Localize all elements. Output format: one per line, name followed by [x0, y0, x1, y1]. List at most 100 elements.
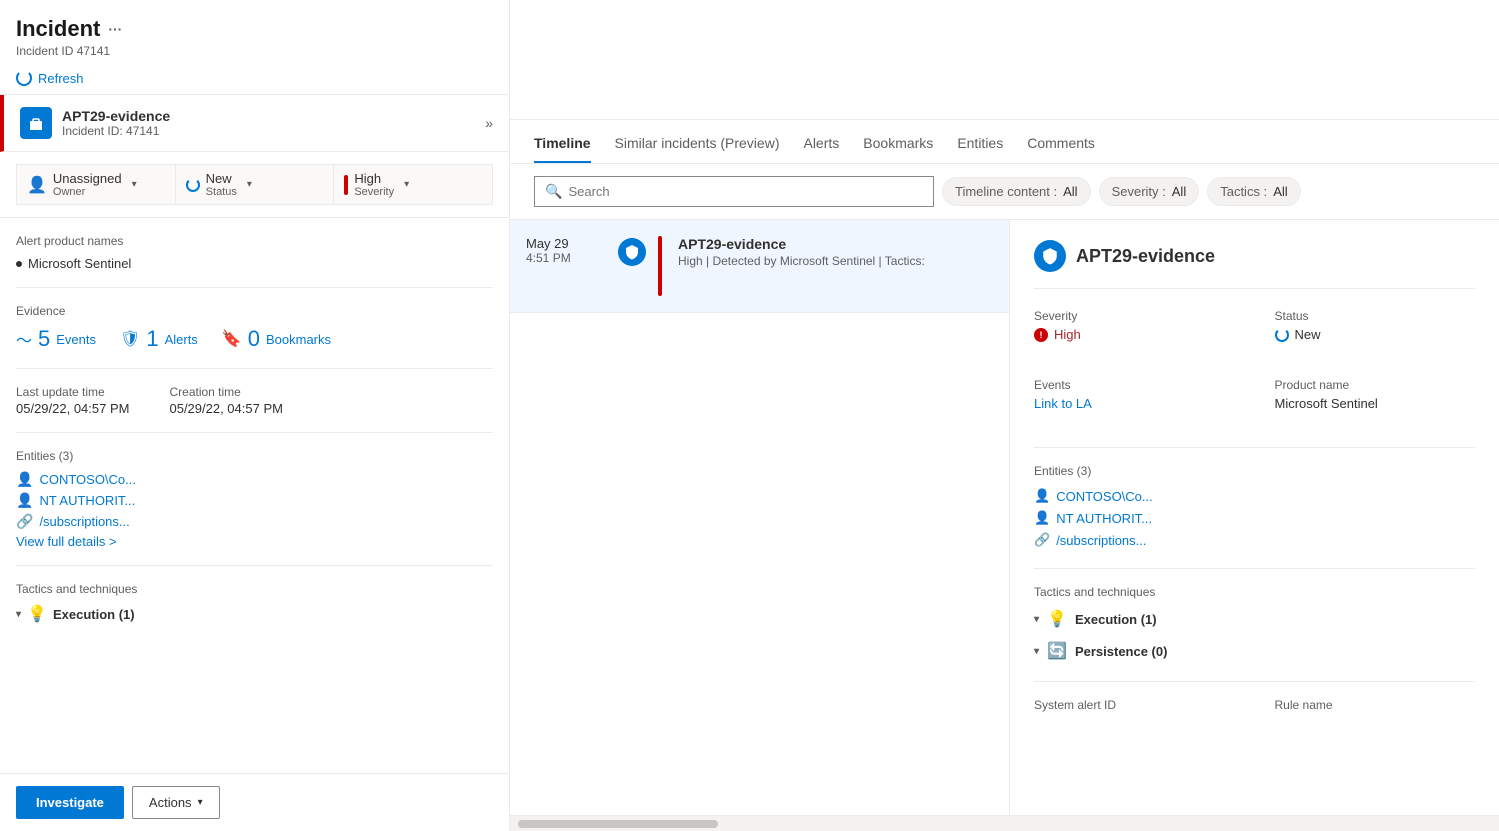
entities-section: Entities (3) 👤 CONTOSO\Co... 👤 NT AUTHOR… — [16, 449, 493, 549]
divider-1 — [16, 287, 493, 288]
status-label: Status — [206, 186, 237, 198]
tactics-name-detail-2: Persistence (0) — [1075, 644, 1168, 659]
investigate-button[interactable]: Investigate — [16, 786, 124, 819]
status-text: New — [1295, 327, 1321, 342]
detail-entity-1[interactable]: 👤 CONTOSO\Co... — [1034, 488, 1475, 504]
entity-2[interactable]: 👤 NT AUTHORIT... — [16, 492, 493, 509]
status-value: New — [206, 171, 237, 186]
entity-name-2: NT AUTHORIT... — [39, 493, 135, 508]
severity-status-item[interactable]: High Severity ▾ — [334, 164, 493, 205]
tactics-icon-detail-2: 🔄 — [1047, 641, 1067, 661]
last-update-value: 05/29/22, 04:57 PM — [16, 401, 129, 416]
timeline-date-text-0: May 29 — [526, 236, 606, 251]
tactics-chevron-2: ▾ — [1034, 646, 1039, 657]
events-link[interactable]: Link to LA — [1034, 396, 1235, 411]
tab-bookmarks[interactable]: Bookmarks — [863, 125, 933, 163]
refresh-icon — [16, 70, 32, 86]
detail-entity-icon-1: 👤 — [1034, 488, 1050, 504]
severity-filter[interactable]: Severity : All — [1099, 177, 1200, 206]
actions-chevron-icon: ▾ — [198, 797, 203, 808]
incident-info: APT29-evidence Incident ID: 47141 — [62, 108, 475, 138]
last-update-label: Last update time — [16, 385, 129, 399]
timeline-severity-bar-0 — [658, 236, 662, 296]
tab-entities[interactable]: Entities — [957, 125, 1003, 163]
incident-card[interactable]: APT29-evidence Incident ID: 47141 » — [0, 95, 509, 152]
system-alert-id-label: System alert ID — [1034, 698, 1235, 712]
right-panel: Timeline Similar incidents (Preview) Ale… — [510, 0, 1499, 831]
bookmarks-label: Bookmarks — [266, 332, 331, 347]
bookmarks-count: 0 — [248, 326, 260, 352]
rule-name-field: Rule name — [1275, 698, 1476, 716]
detail-entity-name-2: NT AUTHORIT... — [1056, 511, 1152, 526]
events-evidence[interactable]: 〜 5 Events — [16, 326, 96, 352]
status-status-item[interactable]: New Status ▾ — [175, 164, 335, 205]
severity-filter-label: Severity : — [1112, 184, 1166, 199]
collapse-icon[interactable]: » — [485, 115, 493, 131]
detail-grid: Severity ! High Status New Events Link t… — [1034, 309, 1475, 427]
divider-2 — [16, 368, 493, 369]
timeline-content-filter[interactable]: Timeline content : All — [942, 177, 1091, 206]
search-box[interactable]: 🔍 — [534, 176, 934, 207]
tactics-filter-label: Tactics : — [1220, 184, 1267, 199]
last-update-item: Last update time 05/29/22, 04:57 PM — [16, 385, 129, 416]
tabs-bar: Timeline Similar incidents (Preview) Ale… — [510, 120, 1499, 164]
entity-1[interactable]: 👤 CONTOSO\Co... — [16, 471, 493, 488]
product-item: Microsoft Sentinel — [16, 256, 493, 271]
tab-alerts[interactable]: Alerts — [803, 125, 839, 163]
new-status-spin-icon — [1275, 328, 1289, 342]
user-icon: 👤 — [27, 175, 47, 195]
refresh-button[interactable]: Refresh — [16, 70, 493, 86]
entity-3[interactable]: 🔗 /subscriptions... — [16, 513, 493, 530]
timeline-date-0: May 29 4:51 PM — [526, 236, 606, 296]
events-field-label: Events — [1034, 378, 1235, 392]
evidence-items: 〜 5 Events 🛡 1 Alerts 🔖 0 Bookmarks — [16, 326, 493, 352]
bottom-scroll-bar[interactable] — [510, 815, 1499, 831]
tactics-detail-item-1[interactable]: ▾ 💡 Execution (1) — [1034, 609, 1475, 629]
tactics-icon-detail-1: 💡 — [1047, 609, 1067, 629]
page-header: Incident ··· Incident ID 47141 Refresh — [0, 0, 509, 95]
tab-comments[interactable]: Comments — [1027, 125, 1095, 163]
detail-shield-icon — [1034, 240, 1066, 272]
timeline-time-text-0: 4:51 PM — [526, 251, 606, 265]
owner-status-item[interactable]: 👤 Unassigned Owner ▾ — [16, 164, 175, 205]
time-section: Last update time 05/29/22, 04:57 PM Crea… — [16, 385, 493, 416]
tactics-item-1[interactable]: ▾ 💡 Execution (1) — [16, 604, 493, 624]
left-panel: Incident ··· Incident ID 47141 Refresh A… — [0, 0, 510, 831]
incident-name: APT29-evidence — [62, 108, 475, 124]
detail-entity-3[interactable]: 🔗 /subscriptions... — [1034, 532, 1475, 548]
creation-item: Creation time 05/29/22, 04:57 PM — [169, 385, 282, 416]
horizontal-scrollbar[interactable] — [518, 820, 718, 828]
alerts-evidence[interactable]: 🛡 1 Alerts — [120, 326, 198, 352]
detail-entity-name-1: CONTOSO\Co... — [1056, 489, 1153, 504]
detail-entity-name-3: /subscriptions... — [1056, 533, 1146, 548]
detail-content: Alert product names Microsoft Sentinel E… — [0, 218, 509, 773]
bookmarks-evidence[interactable]: 🔖 0 Bookmarks — [222, 326, 331, 352]
incident-id-small: Incident ID: 47141 — [62, 124, 475, 138]
detail-entity-2[interactable]: 👤 NT AUTHORIT... — [1034, 510, 1475, 526]
alert-product-label: Alert product names — [16, 234, 493, 248]
timeline-subtitle-0: High | Detected by Microsoft Sentinel | … — [678, 254, 993, 268]
entities-detail-section: Entities (3) 👤 CONTOSO\Co... 👤 NT AUTHOR… — [1034, 447, 1475, 548]
toolbar: 🔍 Timeline content : All Severity : All … — [510, 164, 1499, 220]
owner-value: Unassigned — [53, 171, 122, 186]
tab-timeline[interactable]: Timeline — [534, 125, 591, 163]
detail-entity-icon-2: 👤 — [1034, 510, 1050, 526]
top-placeholder — [510, 0, 1499, 120]
view-full-link[interactable]: View full details > — [16, 534, 493, 549]
product-value: Microsoft Sentinel — [1275, 396, 1476, 411]
high-severity-bar — [344, 175, 348, 195]
title-menu-dots[interactable]: ··· — [108, 21, 122, 37]
tab-similar-incidents[interactable]: Similar incidents (Preview) — [615, 125, 780, 163]
status-chevron: ▾ — [247, 179, 252, 190]
high-severity-dot: ! — [1034, 328, 1048, 342]
timeline-content-label: Timeline content : — [955, 184, 1057, 199]
tactics-detail-item-2[interactable]: ▾ 🔄 Persistence (0) — [1034, 641, 1475, 661]
tactics-label: Tactics and techniques — [16, 582, 493, 596]
search-input[interactable] — [568, 184, 923, 199]
evidence-label: Evidence — [16, 304, 493, 318]
severity-label: Severity — [354, 186, 394, 198]
timeline-item-0[interactable]: May 29 4:51 PM APT29-evidence High | Det… — [510, 220, 1009, 313]
timeline-content-0: APT29-evidence High | Detected by Micros… — [678, 236, 993, 296]
actions-button[interactable]: Actions ▾ — [132, 786, 220, 819]
tactics-filter[interactable]: Tactics : All — [1207, 177, 1300, 206]
